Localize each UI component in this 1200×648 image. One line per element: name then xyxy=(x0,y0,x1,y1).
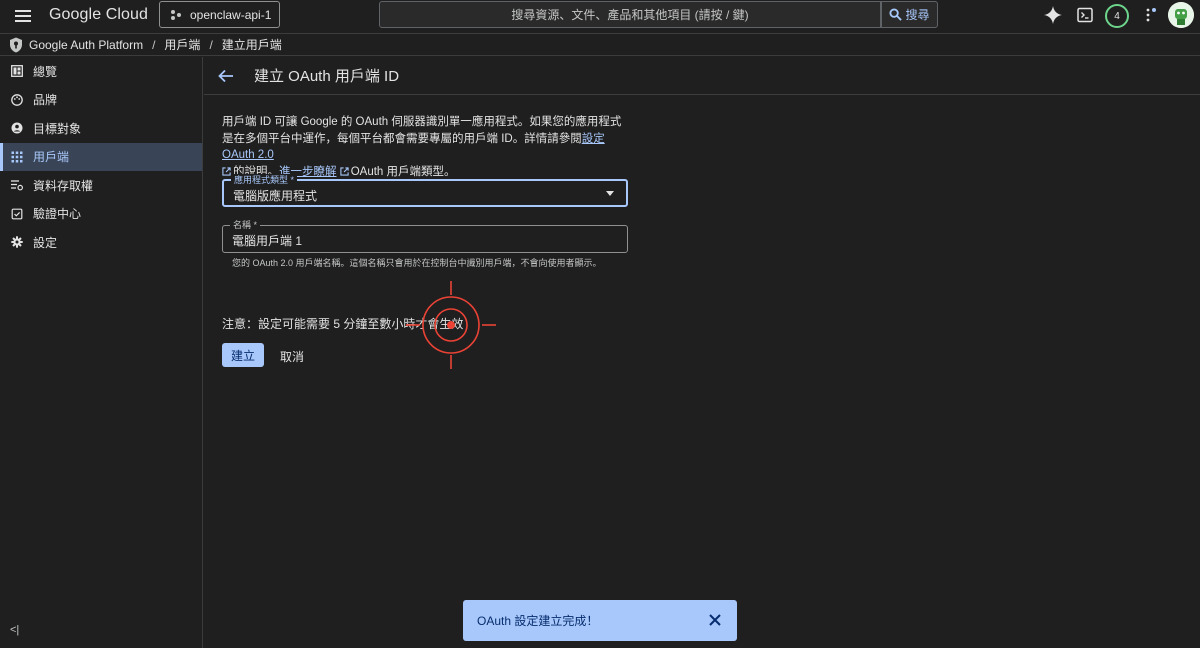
create-button[interactable]: 建立 xyxy=(222,343,264,367)
sidebar-item-overview[interactable]: 總覽 xyxy=(0,57,202,86)
sidebar-item-label: 驗證中心 xyxy=(33,207,82,222)
chevron-down-icon xyxy=(606,191,614,196)
sidebar: 總覽 品牌 目標對象 用戶端 資料存取權 驗證中心 設定 <| xyxy=(0,57,203,648)
main-content: 建立 OAuth 用戶端 ID 用戶端 ID 可讓 Google 的 OAuth… xyxy=(204,57,1200,648)
breadcrumb-separator: / xyxy=(152,37,156,52)
account-icon xyxy=(11,122,23,134)
sidebar-item-label: 品牌 xyxy=(33,93,58,108)
palette-icon xyxy=(11,93,23,106)
apps-grid-icon xyxy=(11,151,23,163)
client-name-label: 名稱 * xyxy=(230,219,261,231)
collapse-sidebar-button[interactable]: <| xyxy=(10,624,19,636)
data-access-icon xyxy=(11,179,23,191)
application-type-select[interactable]: 應用程式類型 * 電腦版應用程式 xyxy=(222,174,628,207)
breadcrumb-item-clients[interactable]: 用戶端 xyxy=(164,36,200,53)
sidebar-item-label: 用戶端 xyxy=(33,150,70,165)
sidebar-item-label: 資料存取權 xyxy=(33,178,94,193)
gear-icon xyxy=(11,236,23,248)
application-type-value: 電腦版應用程式 xyxy=(233,189,318,203)
sidebar-item-clients[interactable]: 用戶端 xyxy=(0,142,202,171)
page-title: 建立 OAuth 用戶端 ID xyxy=(254,68,400,85)
sidebar-item-settings[interactable]: 設定 xyxy=(0,228,202,257)
dashboard-icon xyxy=(11,65,23,78)
client-name-field[interactable]: 名稱 * 電腦用戶端 1 xyxy=(222,219,628,253)
account-avatar[interactable] xyxy=(1168,2,1194,28)
search-button-label: 搜尋 xyxy=(905,8,930,22)
external-link-icon xyxy=(222,166,231,176)
top-app-bar: Google Cloud openclaw-api-1 搜尋資源、文件、產品和其… xyxy=(0,0,1200,34)
main-menu-button[interactable] xyxy=(12,7,34,27)
cloud-shell-terminal-icon[interactable] xyxy=(1075,5,1095,25)
client-name-value: 電腦用戶端 1 xyxy=(232,234,303,248)
description-text: 用戶端 ID 可讓 Google 的 OAuth 伺服器識別單一應用程式。如果您… xyxy=(222,114,632,180)
page-header: 建立 OAuth 用戶端 ID xyxy=(204,57,1200,95)
description-part: OAuth 用戶端類型。 xyxy=(350,165,456,178)
propagation-note: 注意：設定可能需要 5 分鐘至數小時才會生效 xyxy=(222,317,464,331)
shield-icon xyxy=(10,37,22,52)
search-icon xyxy=(889,8,903,21)
project-icon xyxy=(171,9,181,20)
breadcrumb: Google Auth Platform / 用戶端 / 建立用戶端 xyxy=(0,34,1200,56)
verification-icon xyxy=(11,208,23,220)
sidebar-item-label: 總覽 xyxy=(33,64,58,79)
close-icon[interactable] xyxy=(707,612,723,628)
client-name-helper-text: 您的 OAuth 2.0 用戶端名稱。這個名稱只會用於在控制台中識別用戶端，不會… xyxy=(232,258,602,268)
gemini-sparkle-icon[interactable] xyxy=(1043,5,1063,25)
toast-message: OAuth 設定建立完成！ xyxy=(477,614,599,628)
more-options-icon[interactable] xyxy=(1140,5,1160,25)
search-button[interactable]: 搜尋 xyxy=(881,1,938,28)
snackbar-toast: OAuth 設定建立完成！ xyxy=(463,600,737,641)
project-picker-button[interactable]: openclaw-api-1 xyxy=(159,1,280,28)
sidebar-item-branding[interactable]: 品牌 xyxy=(0,86,202,115)
sidebar-item-label: 目標對象 xyxy=(33,121,82,136)
sidebar-item-data-access[interactable]: 資料存取權 xyxy=(0,171,202,200)
breadcrumb-separator: / xyxy=(209,37,213,52)
breadcrumb-item-create-client: 建立用戶端 xyxy=(221,38,282,52)
external-link-icon xyxy=(340,166,349,176)
cancel-button[interactable]: 取消 xyxy=(280,348,304,365)
google-cloud-logo[interactable]: Google Cloud xyxy=(49,6,148,24)
project-name: openclaw-api-1 xyxy=(190,7,272,22)
search-placeholder: 搜尋資源、文件、產品和其他項目 (請按 / 鍵) xyxy=(511,8,749,22)
application-type-label: 應用程式類型 * xyxy=(231,174,298,186)
sidebar-item-verification-center[interactable]: 驗證中心 xyxy=(0,200,202,229)
notifications-badge[interactable]: 4 xyxy=(1104,3,1130,29)
sidebar-item-audience[interactable]: 目標對象 xyxy=(0,114,202,143)
breadcrumb-item-auth-platform[interactable]: Google Auth Platform xyxy=(29,38,143,52)
sidebar-item-label: 設定 xyxy=(33,235,58,250)
description-part: 用戶端 ID 可讓 Google 的 OAuth 伺服器識別單一應用程式。如果您… xyxy=(222,116,622,145)
search-input[interactable]: 搜尋資源、文件、產品和其他項目 (請按 / 鍵) xyxy=(379,1,881,28)
back-arrow-icon[interactable] xyxy=(218,68,234,84)
